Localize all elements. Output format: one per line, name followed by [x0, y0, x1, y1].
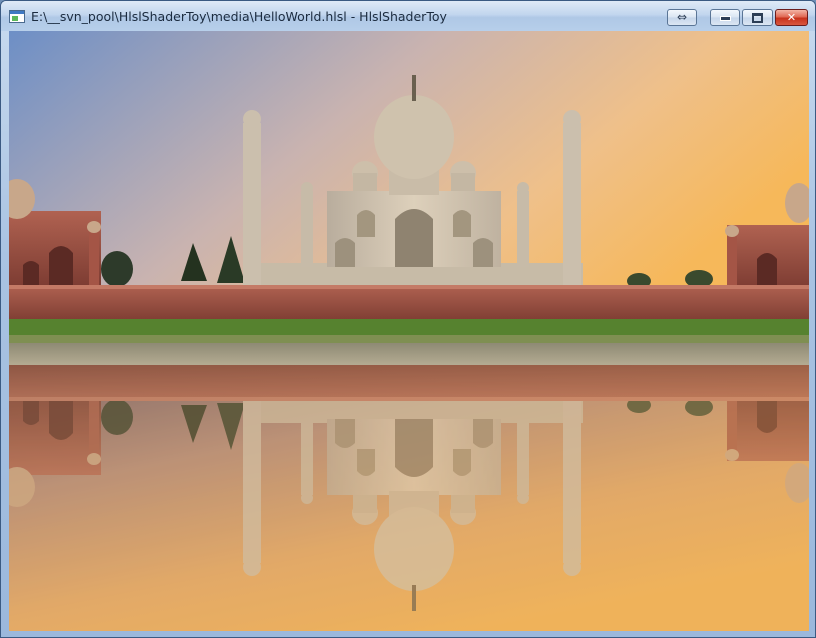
window-title: E:\__svn_pool\HlslShaderToy\media\HelloW… [31, 9, 447, 24]
minimize-button[interactable] [710, 9, 740, 26]
shader-render-view[interactable] [9, 31, 809, 631]
minimize-icon [719, 16, 731, 21]
maximize-button[interactable] [742, 9, 773, 26]
app-window-icon[interactable] [9, 10, 25, 23]
maximize-icon [752, 13, 763, 23]
double-arrow-icon: ⇔ [676, 10, 688, 24]
close-button[interactable]: ✕ [775, 9, 808, 26]
river-bank [9, 343, 809, 365]
lawn [9, 319, 809, 335]
title-bar[interactable]: E:\__svn_pool\HlslShaderToy\media\HelloW… [1, 1, 815, 31]
rendered-image [9, 31, 809, 631]
app-window: E:\__svn_pool\HlslShaderToy\media\HelloW… [0, 0, 816, 638]
resize-button[interactable]: ⇔ [667, 9, 697, 26]
close-icon: ✕ [786, 11, 797, 24]
